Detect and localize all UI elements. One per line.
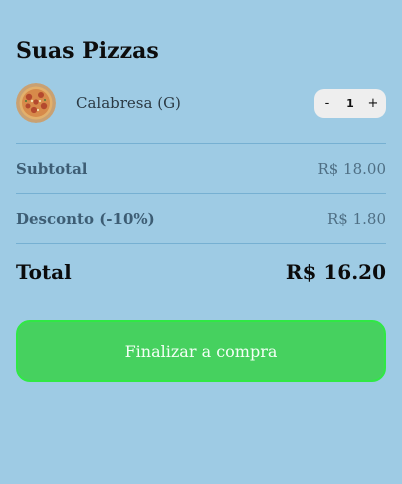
subtotal-label: Subtotal — [16, 159, 88, 178]
discount-value: R$ 1.80 — [326, 209, 386, 228]
divider — [16, 143, 386, 144]
discount-row: Desconto (-10%) R$ 1.80 — [16, 194, 386, 243]
increment-button[interactable]: + — [366, 96, 380, 111]
total-label: Total — [16, 259, 72, 284]
pizza-icon — [16, 83, 56, 123]
subtotal-row: Subtotal R$ 18.00 — [16, 144, 386, 193]
total-row: Total R$ 16.20 — [16, 244, 386, 299]
divider — [16, 193, 386, 194]
quantity-value: 1 — [346, 96, 354, 110]
subtotal-value: R$ 18.00 — [317, 159, 386, 178]
total-value: R$ 16.20 — [285, 259, 386, 284]
checkout-button[interactable]: Finalizar a compra — [16, 320, 386, 382]
quantity-stepper: - 1 + — [314, 88, 386, 118]
decrement-button[interactable]: - — [320, 96, 334, 111]
discount-label: Desconto (-10%) — [16, 209, 155, 228]
cart-panel: Suas Pizzas Calabresa (G) - 1 + Subtotal — [16, 36, 386, 382]
cart-item: Calabresa (G) - 1 + — [16, 83, 386, 123]
item-name: Calabresa (G) — [76, 94, 181, 112]
divider — [16, 243, 386, 244]
cart-title: Suas Pizzas — [16, 38, 159, 64]
